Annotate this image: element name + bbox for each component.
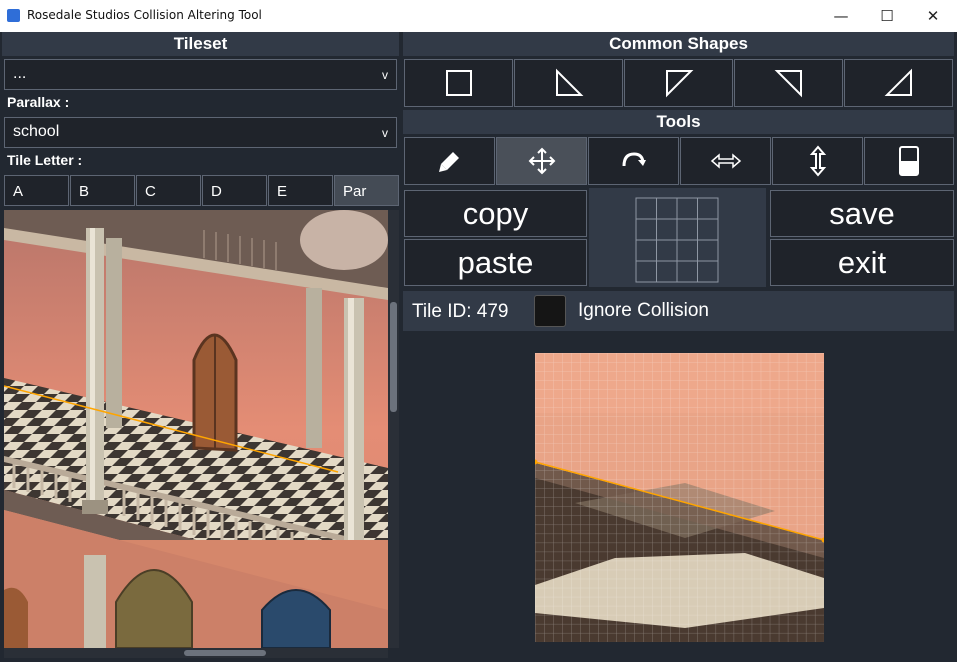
letter-button-d[interactable]: D bbox=[202, 175, 267, 206]
minimize-button[interactable]: — bbox=[818, 0, 864, 32]
window-title: Rosedale Studios Collision Altering Tool bbox=[27, 8, 262, 22]
triangle-top-left-icon bbox=[665, 70, 693, 98]
rotate-icon bbox=[622, 152, 646, 167]
fill-half-icon bbox=[899, 146, 919, 176]
title-bar: Rosedale Studios Collision Altering Tool… bbox=[0, 0, 957, 32]
ignore-collision-label: Ignore Collision bbox=[578, 300, 709, 321]
copy-button[interactable]: copy bbox=[404, 190, 587, 237]
letter-button-e[interactable]: E bbox=[268, 175, 333, 206]
move-icon bbox=[528, 147, 555, 175]
tileset-dropdown[interactable]: ... v bbox=[4, 59, 397, 90]
flip-horizontal-icon bbox=[710, 153, 741, 169]
app-icon bbox=[7, 9, 20, 22]
flip-vertical-icon bbox=[809, 145, 826, 177]
parallax-dropdown[interactable]: school v bbox=[4, 117, 397, 148]
exit-button[interactable]: exit bbox=[770, 239, 954, 286]
tile-id-label: Tile ID: 479 bbox=[412, 301, 509, 322]
maximize-button[interactable]: ☐ bbox=[864, 0, 910, 32]
tileset-value: ... bbox=[13, 65, 27, 82]
tile-info-bar: Tile ID: 479 Ignore Collision bbox=[403, 291, 954, 331]
tile-letter-label: Tile Letter : bbox=[7, 152, 83, 168]
tile-grid-panel bbox=[589, 188, 766, 287]
triangle-top-right-icon bbox=[774, 70, 802, 98]
paste-button[interactable]: paste bbox=[404, 239, 587, 286]
shape-triangle-top-left-button[interactable] bbox=[624, 59, 733, 107]
letter-button-par[interactable]: Par bbox=[334, 175, 399, 206]
chevron-down-icon: v bbox=[382, 126, 388, 140]
tool-fill-button[interactable] bbox=[864, 137, 954, 185]
shape-triangle-top-right-button[interactable] bbox=[734, 59, 843, 107]
tileset-header: Tileset bbox=[2, 32, 399, 56]
shape-square-button[interactable] bbox=[404, 59, 513, 107]
tile-grid-preview[interactable] bbox=[589, 188, 766, 287]
triangle-bottom-left-icon bbox=[555, 68, 583, 96]
tools-header: Tools bbox=[403, 110, 954, 134]
triangle-bottom-right-icon bbox=[884, 68, 912, 96]
letter-button-a[interactable]: A bbox=[4, 175, 69, 206]
parallax-value: school bbox=[13, 123, 60, 140]
tool-flip-vertical-button[interactable] bbox=[772, 137, 863, 185]
shape-triangle-bottom-right-button[interactable] bbox=[844, 59, 953, 107]
scroll-thumb[interactable] bbox=[390, 302, 397, 412]
letter-button-c[interactable]: C bbox=[136, 175, 201, 206]
parallax-label: Parallax : bbox=[7, 94, 70, 110]
letter-button-b[interactable]: B bbox=[70, 175, 135, 206]
pencil-icon bbox=[438, 152, 459, 172]
chevron-down-icon: v bbox=[382, 68, 388, 82]
parallax-preview[interactable] bbox=[4, 210, 388, 648]
square-icon bbox=[445, 70, 472, 96]
preview-horizontal-scrollbar[interactable] bbox=[4, 648, 388, 658]
tool-rotate-button[interactable] bbox=[588, 137, 679, 185]
scroll-thumb[interactable] bbox=[184, 650, 266, 656]
common-shapes-header: Common Shapes bbox=[403, 32, 954, 56]
tile-collision-editor[interactable] bbox=[532, 353, 827, 642]
tool-move-button[interactable] bbox=[496, 137, 587, 185]
tool-flip-horizontal-button[interactable] bbox=[680, 137, 771, 185]
tool-pencil-button[interactable] bbox=[404, 137, 495, 185]
preview-vertical-scrollbar[interactable] bbox=[388, 210, 399, 648]
save-button[interactable]: save bbox=[770, 190, 954, 237]
close-button[interactable]: ✕ bbox=[910, 0, 956, 32]
ignore-collision-checkbox[interactable] bbox=[534, 295, 566, 327]
shape-triangle-bottom-left-button[interactable] bbox=[514, 59, 623, 107]
